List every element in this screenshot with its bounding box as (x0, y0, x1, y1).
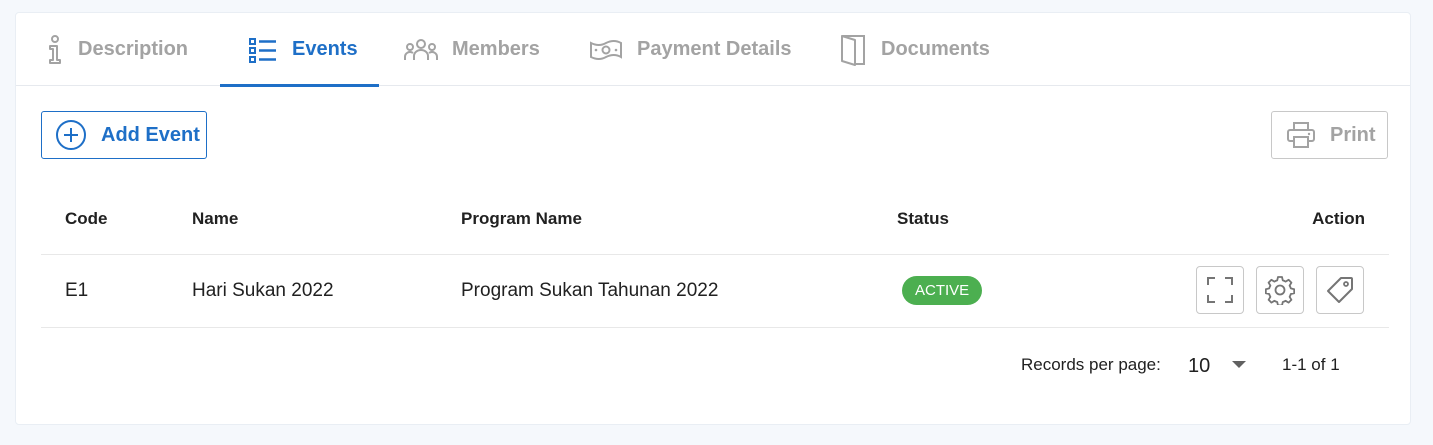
events-table: Code Name Program Name Status Action E1 … (41, 184, 1389, 328)
plus-circle-icon (56, 120, 86, 150)
list-icon (249, 37, 276, 63)
add-event-button[interactable]: Add Event (41, 111, 207, 159)
tab-events-label: Events (292, 38, 358, 60)
cell-program-name: Program Sukan Tahunan 2022 (461, 280, 719, 301)
table-header: Code Name Program Name Status Action (41, 184, 1389, 255)
records-per-page-value: 10 (1188, 354, 1211, 377)
tab-events[interactable]: Events (220, 13, 379, 87)
tab-members-label: Members (452, 38, 540, 60)
view-button[interactable] (1196, 266, 1244, 314)
header-action: Action (1312, 209, 1365, 228)
print-button[interactable]: Print (1271, 111, 1388, 159)
header-code[interactable]: Code (65, 209, 108, 229)
header-program-name[interactable]: Program Name (461, 209, 582, 229)
tab-bar: Description Events Members Payment Detai… (16, 13, 1410, 87)
tab-description-label: Description (78, 38, 189, 60)
info-icon (49, 34, 61, 64)
tab-members[interactable]: Members (404, 13, 554, 86)
tag-icon (1327, 277, 1353, 303)
cell-name: Hari Sukan 2022 (192, 280, 334, 301)
pagination-range: 1-1 of 1 (1282, 355, 1340, 374)
door-icon (841, 34, 865, 66)
tab-documents-label: Documents (881, 38, 990, 60)
event-panel: Description Events Members Payment Detai… (15, 12, 1411, 425)
printer-icon (1287, 122, 1315, 148)
print-label: Print (1330, 123, 1376, 146)
tag-button[interactable] (1316, 266, 1364, 314)
settings-button[interactable] (1256, 266, 1304, 314)
header-status[interactable]: Status (897, 209, 949, 229)
pagination: Records per page: 10 1-1 of 1 (16, 353, 1410, 377)
cell-code: E1 (65, 280, 89, 301)
add-event-label: Add Event (101, 123, 200, 146)
status-badge: ACTIVE (902, 276, 983, 305)
gear-icon (1265, 276, 1295, 305)
tab-payment-label: Payment Details (637, 38, 792, 60)
tab-description[interactable]: Description (46, 13, 221, 86)
members-icon (404, 38, 438, 60)
header-name[interactable]: Name (192, 209, 238, 229)
money-icon (590, 39, 622, 60)
records-per-page-label: Records per page: (1021, 355, 1161, 374)
tab-documents[interactable]: Documents (839, 13, 1019, 86)
records-per-page-select[interactable]: 10 (1188, 353, 1268, 379)
tab-payment-details[interactable]: Payment Details (589, 13, 809, 86)
caret-down-icon (1232, 361, 1246, 368)
expand-icon (1207, 277, 1233, 303)
table-row: E1 Hari Sukan 2022 Program Sukan Tahunan… (41, 255, 1389, 328)
